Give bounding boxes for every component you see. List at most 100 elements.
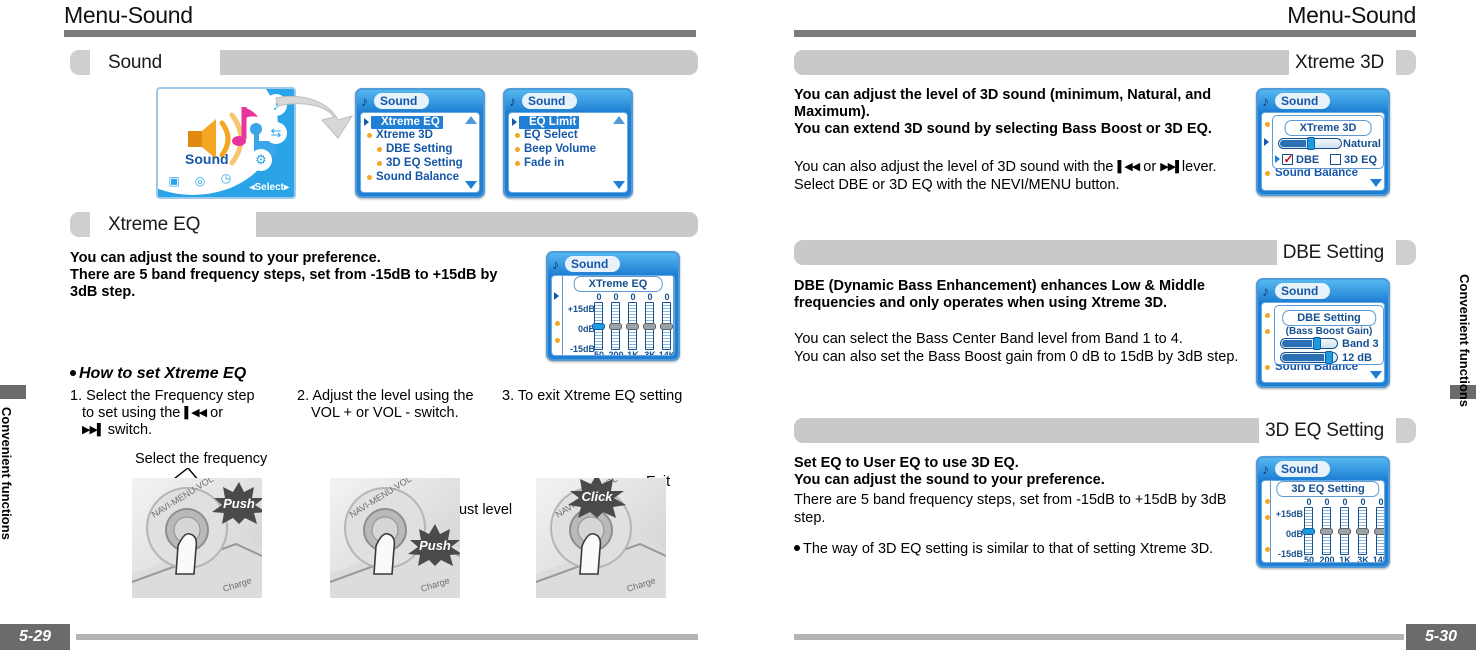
lcd-titlebar: ♪ Sound <box>357 90 483 112</box>
lcd-titlebar: ♪ Sound <box>1258 90 1388 112</box>
bullet-icon <box>515 147 520 152</box>
eq-band-value: 0 <box>664 292 670 302</box>
running-head-left: Menu-Sound <box>64 2 193 28</box>
eq-slider-knob[interactable] <box>1356 528 1369 535</box>
lcd-sound-menu-1: ♪ Sound Xtreme EQ Xtreme 3D DBE Setting … <box>355 88 485 198</box>
header-cap-icon <box>1396 240 1416 265</box>
header-cap-icon <box>1396 418 1416 443</box>
eq-axis-mid: 0dB <box>577 324 595 334</box>
music-note-icon: ♪ <box>509 93 516 109</box>
lcd-title: Sound <box>565 256 621 272</box>
lcd-list: EQ Limit EQ Select Beep Volume Fade in <box>508 112 628 193</box>
lcd-titlebar: ♪ Sound <box>548 253 678 275</box>
display-icon[interactable]: ◎ <box>189 170 211 192</box>
list-item[interactable]: EQ Limit <box>519 116 580 129</box>
howto-heading: How to set Xtreme EQ <box>70 365 246 383</box>
list-item[interactable]: Sound Balance <box>376 171 459 184</box>
slider-knob[interactable] <box>1307 137 1315 150</box>
music-note-icon: ♪ <box>552 256 559 272</box>
list-item[interactable]: Xtreme EQ <box>371 116 443 129</box>
eq-band-value: 0 <box>613 292 619 302</box>
step-3: 3. To exit Xtreme EQ setting <box>502 388 683 404</box>
list-item[interactable]: Xtreme 3D <box>376 129 433 142</box>
scroll-up-icon[interactable] <box>465 116 477 124</box>
side-tab-label: Convenient functions <box>0 407 14 540</box>
burst-badge-click: Click <box>566 478 628 518</box>
popup-title: XTreme 3D <box>1284 120 1372 136</box>
list-item[interactable]: 3D EQ Setting <box>386 157 463 170</box>
3d-eq-popup: 3D EQ Setting +15dB 0dB -15dB 0 50 0 200… <box>1270 481 1384 563</box>
header-rule-left <box>64 30 696 37</box>
eq-band-freq: 14K <box>1372 555 1384 563</box>
side-tab-cap <box>0 385 26 399</box>
eq-slider-knob[interactable] <box>609 323 622 330</box>
scroll-down-icon[interactable] <box>1370 179 1382 187</box>
lcd-titlebar: ♪ Sound <box>505 90 631 112</box>
level-slider[interactable] <box>1278 137 1342 150</box>
burst-badge-push: Push <box>210 482 262 524</box>
music-note-icon: ♪ <box>1262 283 1269 299</box>
slider-knob[interactable] <box>1313 337 1321 350</box>
clock-icon[interactable]: ◷ <box>215 167 237 189</box>
popup-title: XTreme EQ <box>573 276 663 292</box>
eq-slider-knob[interactable] <box>1302 528 1315 535</box>
scroll-up-icon[interactable] <box>613 116 625 124</box>
lcd-title: Sound <box>374 93 430 109</box>
header-bar <box>256 212 698 237</box>
lcd-title: Sound <box>1275 283 1331 299</box>
list-item[interactable]: Fade in <box>524 157 564 170</box>
list-item[interactable]: EQ Select <box>524 129 578 142</box>
bullet-icon <box>1265 171 1270 176</box>
band-slider[interactable] <box>1280 337 1338 350</box>
slider-knob[interactable] <box>1325 351 1333 364</box>
cube-icon[interactable]: ▣ <box>163 170 185 192</box>
page-left: Menu-Sound Sound Sound ♪ ⇆ ⚙ ▣ ◎ ◷ ◂Sele… <box>0 0 738 652</box>
music-note-icon: ♪ <box>1262 93 1269 109</box>
burst-badge-push: Push <box>406 524 460 566</box>
bullet-icon <box>70 370 76 376</box>
eq-slider-knob[interactable] <box>592 323 605 330</box>
rewind-icon: ▌◀◀ <box>184 407 207 419</box>
eq-band-value: 0 <box>1378 497 1384 507</box>
3d-eq-note: The way of 3D EQ setting is similar to t… <box>794 540 1264 558</box>
step-1: 1. Select the Frequency step to set usin… <box>70 388 255 438</box>
eq-slider-knob[interactable] <box>626 323 639 330</box>
xtreme-3d-popup: XTreme 3D Natural ✓ DBE 3D EQ <box>1272 115 1384 169</box>
3d-eq-lead: Set EQ to User EQ to use 3D EQ. You can … <box>794 455 1105 488</box>
3d-eq-checkbox[interactable] <box>1330 154 1341 165</box>
music-note-icon: ♪ <box>1262 461 1269 477</box>
dbe-popup: DBE Setting (Bass Boost Gain) Band 3 12 … <box>1274 305 1384 365</box>
lcd-xtreme-eq: ♪ Sound XTreme EQ +15dB 0dB -15dB 0 50 0 <box>546 251 680 361</box>
dbe-checkbox[interactable]: ✓ <box>1282 152 1294 166</box>
footer-rule-right <box>794 634 1404 640</box>
bullet-icon <box>555 321 560 326</box>
list-item[interactable]: DBE Setting <box>386 143 452 156</box>
device-photo-1: NAVI-MENU-VOL Charge Push <box>132 478 262 598</box>
side-tab-right: Convenient functions <box>1450 274 1476 610</box>
slider-fill <box>1282 354 1324 361</box>
check-icon: ✓ <box>1283 152 1294 166</box>
bullet-icon <box>367 133 372 138</box>
lcd-dbe-setting: ♪ Sound Sound Balance DBE Setting (Bass … <box>1256 278 1390 388</box>
lcd-title: Sound <box>1275 93 1331 109</box>
scroll-down-icon[interactable] <box>1370 371 1382 379</box>
eq-slider-knob[interactable] <box>1374 528 1384 535</box>
lcd-title: Sound <box>1275 461 1331 477</box>
eq-slider-knob[interactable] <box>643 323 656 330</box>
eq-slider-knob[interactable] <box>1338 528 1351 535</box>
eq-slider-knob[interactable] <box>660 323 673 330</box>
list-item[interactable]: Beep Volume <box>524 143 596 156</box>
scroll-down-icon[interactable] <box>613 181 625 189</box>
eq-band-value: 0 <box>647 292 653 302</box>
device-photo-3: NAVI-MENU-VOL Charge Click <box>536 478 666 598</box>
dbe-body: You can select the Bass Center Band leve… <box>794 331 1239 365</box>
bullet-icon <box>555 338 560 343</box>
lcd-titlebar: ♪ Sound <box>1258 280 1388 302</box>
header-bar <box>794 418 1274 443</box>
side-tab-left: Convenient functions <box>0 385 26 610</box>
popup-title: DBE Setting <box>1282 310 1376 326</box>
scroll-down-icon[interactable] <box>465 181 477 189</box>
gain-slider[interactable] <box>1280 351 1338 364</box>
eq-slider-knob[interactable] <box>1320 528 1333 535</box>
gear-icon[interactable]: ⚙ <box>250 149 272 171</box>
